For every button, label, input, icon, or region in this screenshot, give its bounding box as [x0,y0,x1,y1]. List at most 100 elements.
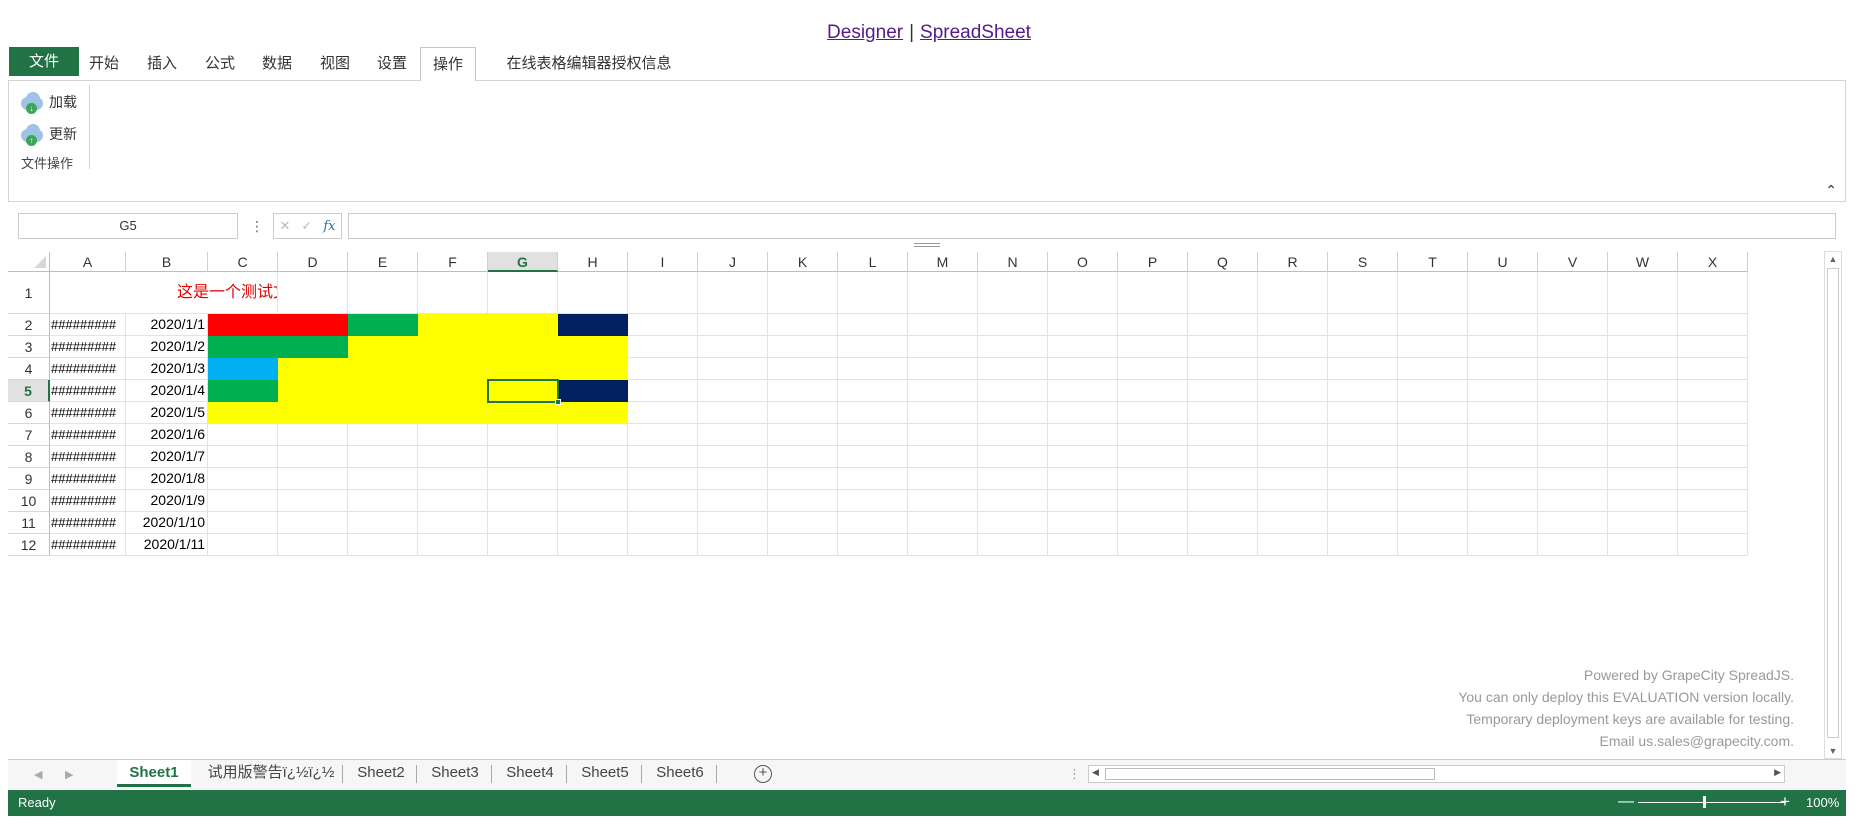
cell[interactable] [1328,468,1398,490]
cell[interactable] [838,336,908,358]
cell[interactable] [1398,272,1468,314]
cell[interactable] [1258,424,1328,446]
cell[interactable] [1188,358,1258,380]
cell[interactable] [698,272,768,314]
cell[interactable] [1538,358,1608,380]
fill-handle[interactable] [555,399,561,405]
cell[interactable] [1188,490,1258,512]
cell[interactable] [488,424,558,446]
cell[interactable] [1398,358,1468,380]
cell-a[interactable]: ######### [50,314,126,336]
sheet-tab-sheet5[interactable]: Sheet5 [572,760,638,787]
cell[interactable] [348,468,418,490]
scroll-up-icon[interactable]: ▲ [1825,252,1841,266]
cell[interactable] [1678,468,1748,490]
add-sheet-icon[interactable]: + [754,765,772,783]
cell[interactable] [1118,468,1188,490]
cell[interactable] [1188,424,1258,446]
designer-link[interactable]: Designer [827,22,903,43]
cell[interactable] [1258,272,1328,314]
cell[interactable] [978,468,1048,490]
cell[interactable] [1258,446,1328,468]
column-header[interactable]: W [1608,252,1678,272]
cell[interactable] [838,314,908,336]
cell[interactable] [1678,402,1748,424]
column-header[interactable]: J [698,252,768,272]
cell-b[interactable]: 2020/1/9 [126,490,208,512]
cell[interactable] [1048,490,1118,512]
cell[interactable] [1678,358,1748,380]
prev-sheet-icon[interactable]: ◀ [34,768,42,781]
cell[interactable] [488,272,558,314]
cell[interactable] [1048,358,1118,380]
cell[interactable] [1608,272,1678,314]
fx-icon[interactable]: fx [323,219,335,234]
cell[interactable] [768,380,838,402]
cell[interactable] [1258,336,1328,358]
cell[interactable] [1398,534,1468,556]
cell[interactable] [1048,534,1118,556]
filled-cell[interactable] [208,358,278,380]
column-header[interactable]: E [348,252,418,272]
cell[interactable] [1538,446,1608,468]
cell-a[interactable]: ######### [50,336,126,358]
cell[interactable] [978,446,1048,468]
cell[interactable] [1468,512,1538,534]
column-header[interactable]: T [1398,252,1468,272]
cell[interactable] [1328,314,1398,336]
cell[interactable] [1328,402,1398,424]
cell[interactable] [418,490,488,512]
column-header[interactable]: Q [1188,252,1258,272]
cell[interactable] [278,512,348,534]
cell[interactable] [768,512,838,534]
sheet-tab-sheet3[interactable]: Sheet3 [422,760,488,787]
cell[interactable] [1258,534,1328,556]
cell-b[interactable]: 2020/1/7 [126,446,208,468]
cell[interactable] [1258,314,1328,336]
cell[interactable] [768,402,838,424]
cell[interactable] [698,424,768,446]
cell[interactable] [1608,402,1678,424]
cell-b[interactable]: 2020/1/8 [126,468,208,490]
spreadsheet-link[interactable]: SpreadSheet [920,22,1031,43]
cell[interactable] [838,424,908,446]
cell[interactable] [1468,336,1538,358]
cell[interactable] [1258,512,1328,534]
column-header[interactable]: B [126,252,208,272]
column-header[interactable]: N [978,252,1048,272]
cell[interactable] [1048,424,1118,446]
cell[interactable] [978,512,1048,534]
cell[interactable] [628,336,698,358]
cell[interactable] [1608,490,1678,512]
cell[interactable] [1468,402,1538,424]
cell[interactable] [1608,512,1678,534]
cell-a[interactable]: ######### [50,512,126,534]
cell[interactable] [838,468,908,490]
cell[interactable] [1678,512,1748,534]
cell[interactable] [908,446,978,468]
cell[interactable] [1328,336,1398,358]
cell[interactable] [208,512,278,534]
filled-cell[interactable] [208,336,348,358]
cell[interactable] [1468,358,1538,380]
cell[interactable] [348,534,418,556]
cell[interactable] [1678,446,1748,468]
cell[interactable] [1398,490,1468,512]
cell[interactable] [1328,272,1398,314]
cell[interactable] [1678,314,1748,336]
cell[interactable] [1328,512,1398,534]
cell[interactable] [908,468,978,490]
column-header[interactable]: K [768,252,838,272]
cell[interactable] [1608,358,1678,380]
cell[interactable] [558,490,628,512]
cell[interactable] [278,468,348,490]
column-header[interactable]: X [1678,252,1748,272]
cell[interactable] [698,446,768,468]
cell[interactable] [1118,490,1188,512]
column-header[interactable]: V [1538,252,1608,272]
horizontal-scroll-thumb[interactable] [1105,768,1435,780]
cell[interactable] [1468,314,1538,336]
formula-bar-splitter[interactable] [914,243,940,247]
cell[interactable] [838,446,908,468]
cell[interactable] [348,272,418,314]
